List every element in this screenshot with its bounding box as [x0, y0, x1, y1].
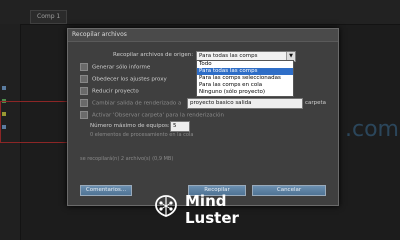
option-watch-folder[interactable]: Activar 'Observar carpeta' para la rende…: [80, 111, 224, 119]
checkbox[interactable]: [80, 63, 88, 71]
dialog-title: Recopilar archivos: [68, 29, 338, 42]
option-label: Obedecer los ajustes proxy: [92, 76, 167, 83]
collect-source-dropdown: Todo Para todas las comps Para las comps…: [196, 60, 294, 97]
collect-label: Recopilar archivos de origen:: [113, 52, 194, 58]
max-machines-label: Número máximo de equipos:: [90, 123, 170, 129]
queue-note: 0 elementos de procesamiento en la cola: [90, 132, 194, 138]
dropdown-option-queued-comps[interactable]: Para las comps en cola: [197, 82, 293, 89]
collect-files-dialog: Recopilar archivos Recopilar archivos de…: [67, 28, 339, 206]
cancel-button[interactable]: Cancelar: [252, 185, 326, 196]
render-output-field[interactable]: proyecto basico salida: [187, 98, 303, 109]
dropdown-option-all-comps[interactable]: Para todas las comps: [197, 68, 293, 75]
dropdown-option-all[interactable]: Todo: [197, 61, 293, 68]
dropdown-option-none[interactable]: Ninguno (sólo proyecto): [197, 89, 293, 96]
option-proxy[interactable]: Obedecer los ajustes proxy: [80, 75, 167, 83]
brand-line-2: Luster: [185, 209, 239, 227]
option-label: Generar sólo informe: [92, 64, 151, 71]
render-output-suffix: carpeta: [305, 100, 327, 106]
option-report-only[interactable]: Generar sólo informe: [80, 63, 150, 71]
option-label: Cambiar salida de renderizado a: [92, 100, 182, 107]
checkbox[interactable]: [80, 99, 88, 107]
max-machines-input[interactable]: 5: [170, 121, 190, 132]
brain-icon: [155, 195, 177, 217]
brand-line-1: Mind: [185, 192, 227, 210]
checkbox[interactable]: [80, 87, 88, 95]
checkbox[interactable]: [80, 111, 88, 119]
summary-text: se recopilará(n) 2 archivo(s) (0,9 MB): [80, 156, 174, 162]
option-reduce-project[interactable]: Reducir proyecto: [80, 87, 139, 95]
comments-button[interactable]: Comentarios...: [80, 185, 132, 196]
collect-source-value: Para todas las comps: [199, 53, 258, 59]
option-change-render-output[interactable]: Cambiar salida de renderizado a: [80, 99, 181, 107]
option-label: Reducir proyecto: [92, 88, 139, 95]
brand-logo: Mind Luster: [153, 192, 253, 232]
option-label: Activar 'Observar carpeta' para la rende…: [92, 112, 225, 119]
dropdown-option-selected-comps[interactable]: Para las comps seleccionadas: [197, 75, 293, 82]
checkbox[interactable]: [80, 75, 88, 83]
